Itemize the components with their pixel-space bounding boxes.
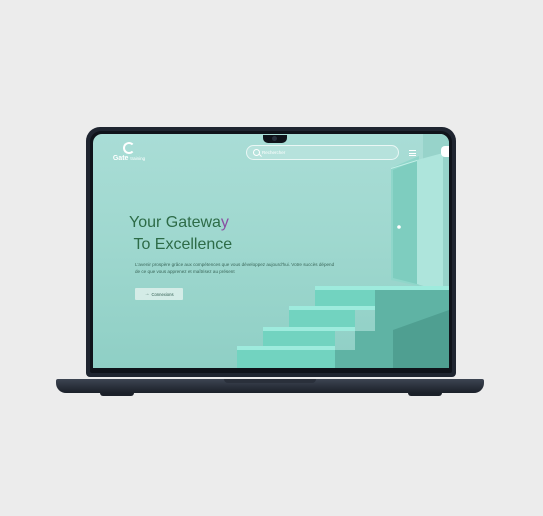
hero-title-accent: y (220, 214, 229, 231)
hero-description: L'avenir prospère grâce aux compétences … (135, 262, 335, 274)
hero-title-line2: To Excellence (133, 236, 233, 253)
laptop-base (56, 379, 484, 393)
screen: Gate training Your Gateway To Excellence… (93, 134, 449, 368)
laptop-foot-right (408, 393, 442, 396)
camera-icon (272, 136, 277, 141)
brand-name: Gate training (105, 155, 153, 162)
door-knob-icon (397, 225, 401, 229)
brand-name-text: Gate (112, 155, 129, 162)
arrow-right-icon: → (144, 291, 150, 297)
search-icon[interactable] (253, 149, 260, 156)
laptop-foot-left (100, 393, 134, 396)
scroll-handle[interactable] (441, 146, 449, 157)
connexions-label: Connexions (151, 291, 174, 297)
menu-icon[interactable] (409, 150, 416, 156)
laptop-lid: Gate training Your Gateway To Excellence… (86, 127, 456, 377)
hero-title-line1: Your Gatewa (129, 214, 221, 231)
connexions-button[interactable]: → Connexions (135, 288, 183, 300)
hero-title: Your Gateway To Excellence (129, 212, 232, 256)
trackpad-groove (224, 379, 316, 383)
logo-mark-icon (123, 142, 135, 154)
search-input[interactable] (262, 148, 392, 157)
camera-notch (263, 135, 287, 143)
brand-sub-text: training (130, 156, 146, 161)
laptop-bezel: Gate training Your Gateway To Excellence… (90, 131, 452, 373)
search-bar[interactable] (246, 145, 399, 160)
site-logo[interactable]: Gate training (105, 142, 153, 162)
